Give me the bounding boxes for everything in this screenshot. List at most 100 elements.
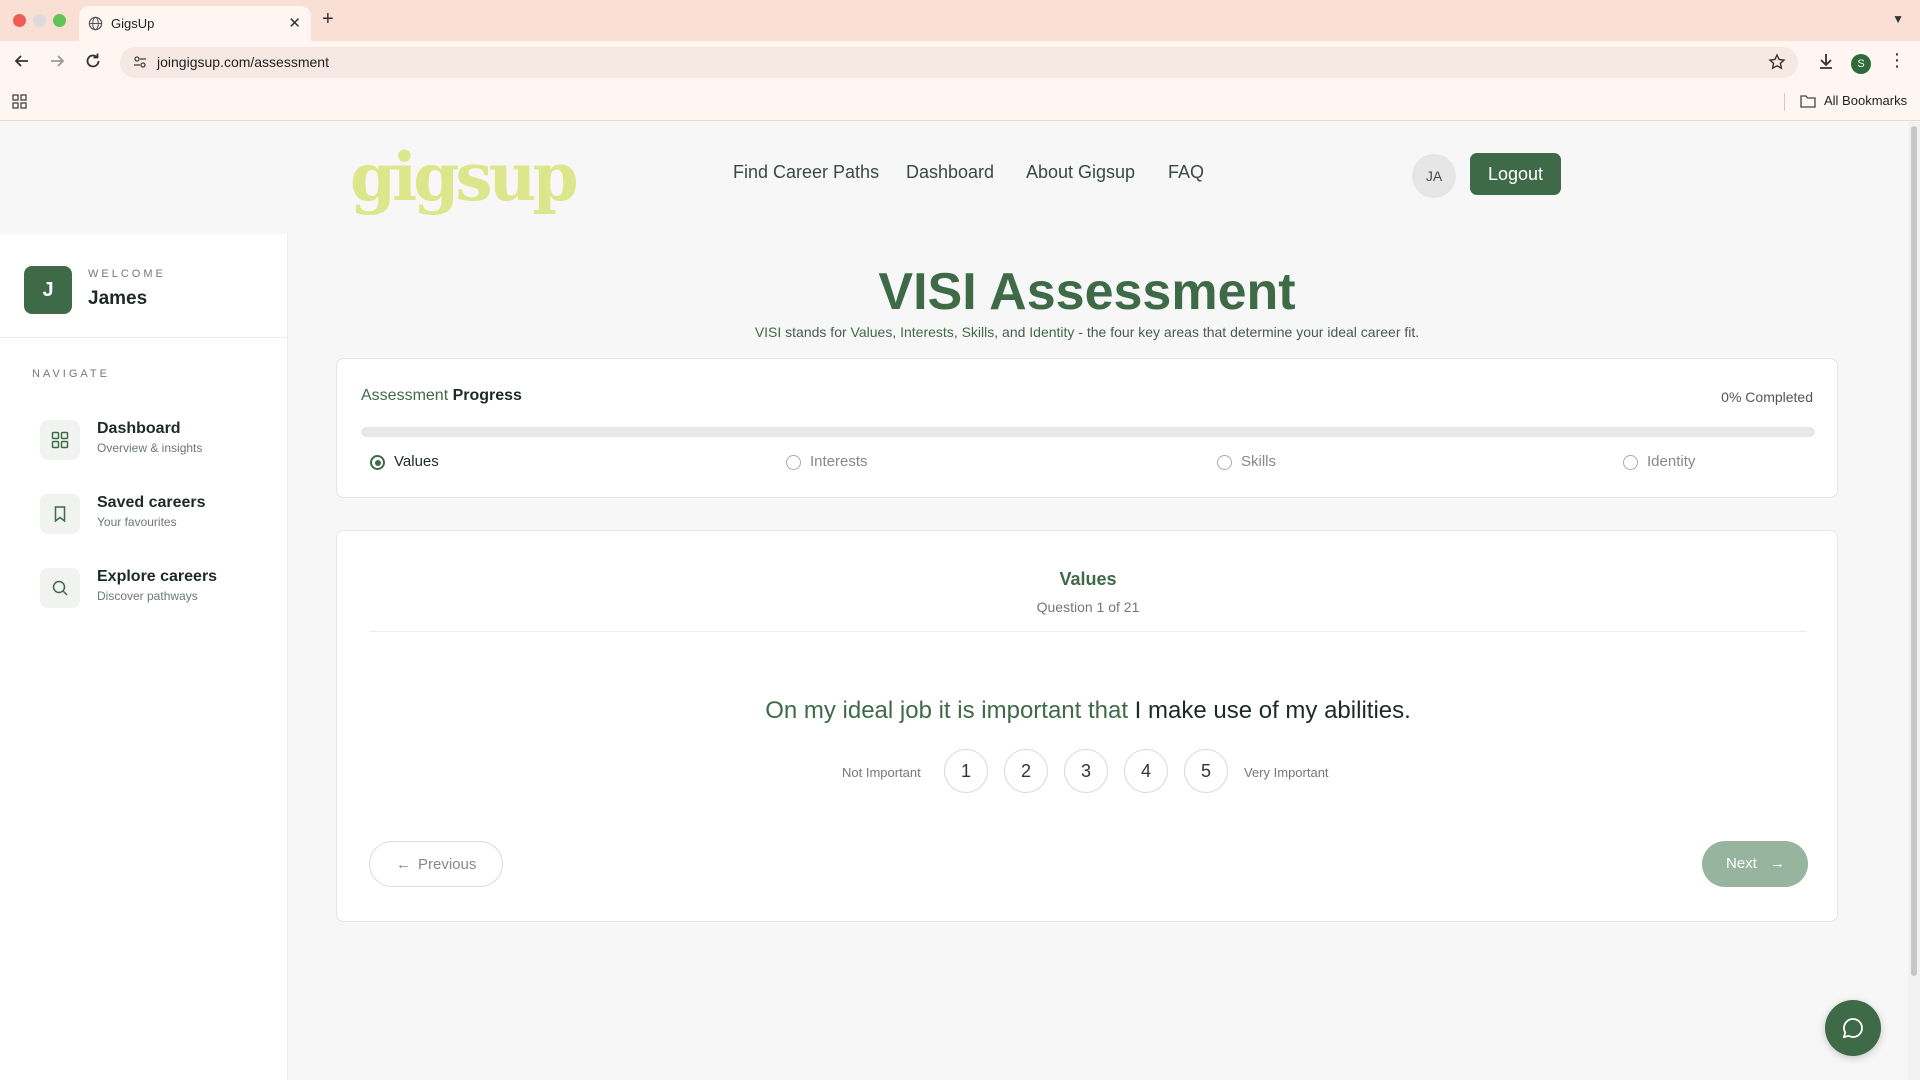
browser-tab[interactable]: GigsUp ✕ xyxy=(79,6,311,41)
bookmark-icon xyxy=(54,506,66,523)
user-initial-badge: J xyxy=(24,266,72,314)
tab-title: GigsUp xyxy=(111,16,155,31)
progress-title: Assessment Progress xyxy=(361,387,522,405)
chat-button[interactable] xyxy=(1825,1000,1881,1056)
maximize-window-button[interactable] xyxy=(53,14,66,27)
question-rest: I make use of my abilities. xyxy=(1128,697,1411,724)
scale-low-label: Not Important xyxy=(842,765,921,780)
reload-icon[interactable] xyxy=(82,50,104,72)
subtitle-interests: Interests xyxy=(900,324,954,340)
next-label: Next xyxy=(1726,855,1757,872)
scrollbar-thumb[interactable] xyxy=(1911,126,1917,976)
subtitle-skills: Skills xyxy=(961,324,995,340)
chat-bubble-icon xyxy=(1842,1018,1863,1039)
rating-option-5[interactable]: 5 xyxy=(1184,749,1228,793)
gigsup-logo[interactable]: gigsup xyxy=(350,144,579,210)
search-icon xyxy=(52,580,68,596)
progress-percent: 0% Completed xyxy=(1721,389,1813,405)
nav-faq[interactable]: FAQ xyxy=(1168,162,1204,183)
browser-toolbar: joingigsup.com/assessment ⋮ xyxy=(0,41,1920,81)
question-divider xyxy=(369,631,1807,632)
nav-find-career-paths[interactable]: Find Career Paths xyxy=(733,162,879,183)
previous-label: Previous xyxy=(418,856,477,873)
minimize-window-button[interactable] xyxy=(33,14,46,27)
step-radio-icon xyxy=(370,455,385,470)
back-arrow-icon[interactable] xyxy=(11,50,33,72)
new-tab-icon[interactable]: + xyxy=(322,8,334,31)
question-text: On my ideal job it is important that I m… xyxy=(337,697,1839,725)
navigate-label: NAVIGATE xyxy=(32,368,110,380)
question-lead: On my ideal job it is important that xyxy=(765,697,1129,724)
subtitle-text: - the four key areas that determine your… xyxy=(1074,324,1420,340)
sidebar: J WELCOME James NAVIGATE Dashboard Overv… xyxy=(0,234,288,1080)
question-section-title: Values xyxy=(1059,569,1117,589)
sidebar-item-title: Dashboard xyxy=(97,420,181,437)
subtitle-visi: VISI xyxy=(754,324,782,340)
browser-tab-bar: GigsUp ✕ + ▼ xyxy=(0,0,1920,41)
page-subtitle: VISI stands for Values, Interests, Skill… xyxy=(336,324,1838,340)
apps-grid-icon[interactable] xyxy=(12,94,27,109)
close-tab-icon[interactable]: ✕ xyxy=(288,14,301,32)
rating-option-4[interactable]: 4 xyxy=(1124,749,1168,793)
sidebar-item-subtitle: Discover pathways xyxy=(97,589,198,603)
step-radio-icon xyxy=(786,455,801,470)
subtitle-text: , xyxy=(892,324,901,340)
subtitle-text: stands for xyxy=(781,324,851,340)
browser-menu-icon[interactable]: ⋮ xyxy=(1886,50,1908,72)
folder-icon xyxy=(1800,95,1816,108)
forward-arrow-icon[interactable] xyxy=(46,50,68,72)
download-icon[interactable] xyxy=(1815,50,1837,72)
step-label: Skills xyxy=(1241,453,1277,470)
welcome-user-name: James xyxy=(88,288,148,309)
welcome-label: WELCOME xyxy=(88,268,166,280)
logout-button[interactable]: Logout xyxy=(1470,153,1561,195)
rating-option-2[interactable]: 2 xyxy=(1004,749,1048,793)
progress-bar xyxy=(361,427,1815,437)
sidebar-item-dashboard[interactable]: Dashboard Overview & insights xyxy=(40,416,270,464)
address-bar[interactable]: joingigsup.com/assessment xyxy=(120,47,1798,78)
tab-search-chevron-icon[interactable]: ▼ xyxy=(1892,12,1904,26)
grid-icon-wrap xyxy=(40,420,80,460)
site-settings-icon[interactable] xyxy=(132,54,148,70)
question-counter: Question 1 of 21 xyxy=(1036,599,1140,615)
subtitle-text: , and xyxy=(994,324,1030,340)
bookmark-icon-wrap xyxy=(40,494,80,534)
next-button[interactable]: Next → xyxy=(1702,841,1808,887)
bookmark-star-icon[interactable] xyxy=(1768,53,1786,71)
sidebar-item-title: Explore careers xyxy=(97,568,218,585)
welcome-section: J WELCOME James xyxy=(0,234,288,338)
step-radio-icon xyxy=(1217,455,1232,470)
subtitle-values: Values xyxy=(850,324,893,340)
page: gigsup Find Career Paths Dashboard About… xyxy=(0,122,1908,1080)
nav-about-gigsup[interactable]: About Gigsup xyxy=(1026,162,1135,183)
url-text: joingigsup.com/assessment xyxy=(157,54,329,70)
sidebar-item-saved-careers[interactable]: Saved careers Your favourites xyxy=(40,490,270,538)
all-bookmarks-link[interactable]: All Bookmarks xyxy=(1824,93,1907,108)
page-title: VISI Assessment xyxy=(878,263,1296,321)
search-icon-wrap xyxy=(40,568,80,608)
step-radio-icon xyxy=(1623,455,1638,470)
bookmarks-divider xyxy=(1784,93,1785,111)
globe-icon xyxy=(88,16,103,31)
arrow-right-icon: → xyxy=(1770,855,1785,872)
arrow-left-icon: ← xyxy=(396,856,411,873)
sidebar-item-title: Saved careers xyxy=(97,494,206,511)
rating-option-3[interactable]: 3 xyxy=(1064,749,1108,793)
scale-high-label: Very Important xyxy=(1244,765,1329,780)
user-avatar[interactable]: JA xyxy=(1412,154,1456,198)
nav-dashboard[interactable]: Dashboard xyxy=(906,162,994,183)
assessment-progress-card: Assessment Progress 0% Completed Values … xyxy=(336,358,1838,498)
step-label: Identity xyxy=(1647,453,1696,470)
question-card: Values Question 1 of 21 On my ideal job … xyxy=(336,530,1838,922)
close-window-button[interactable] xyxy=(13,14,26,27)
bookmarks-bar: All Bookmarks xyxy=(0,81,1920,121)
page-scrollbar[interactable] xyxy=(1908,122,1920,1080)
browser-profile-avatar[interactable]: S xyxy=(1851,54,1871,74)
sidebar-item-explore-careers[interactable]: Explore careers Discover pathways xyxy=(40,564,270,612)
rating-option-1[interactable]: 1 xyxy=(944,749,988,793)
subtitle-identity: Identity xyxy=(1029,324,1075,340)
subtitle-text: , xyxy=(953,324,962,340)
progress-title-a: Assessment xyxy=(361,387,449,404)
previous-button[interactable]: ← Previous xyxy=(369,841,503,887)
step-label: Values xyxy=(394,453,439,470)
